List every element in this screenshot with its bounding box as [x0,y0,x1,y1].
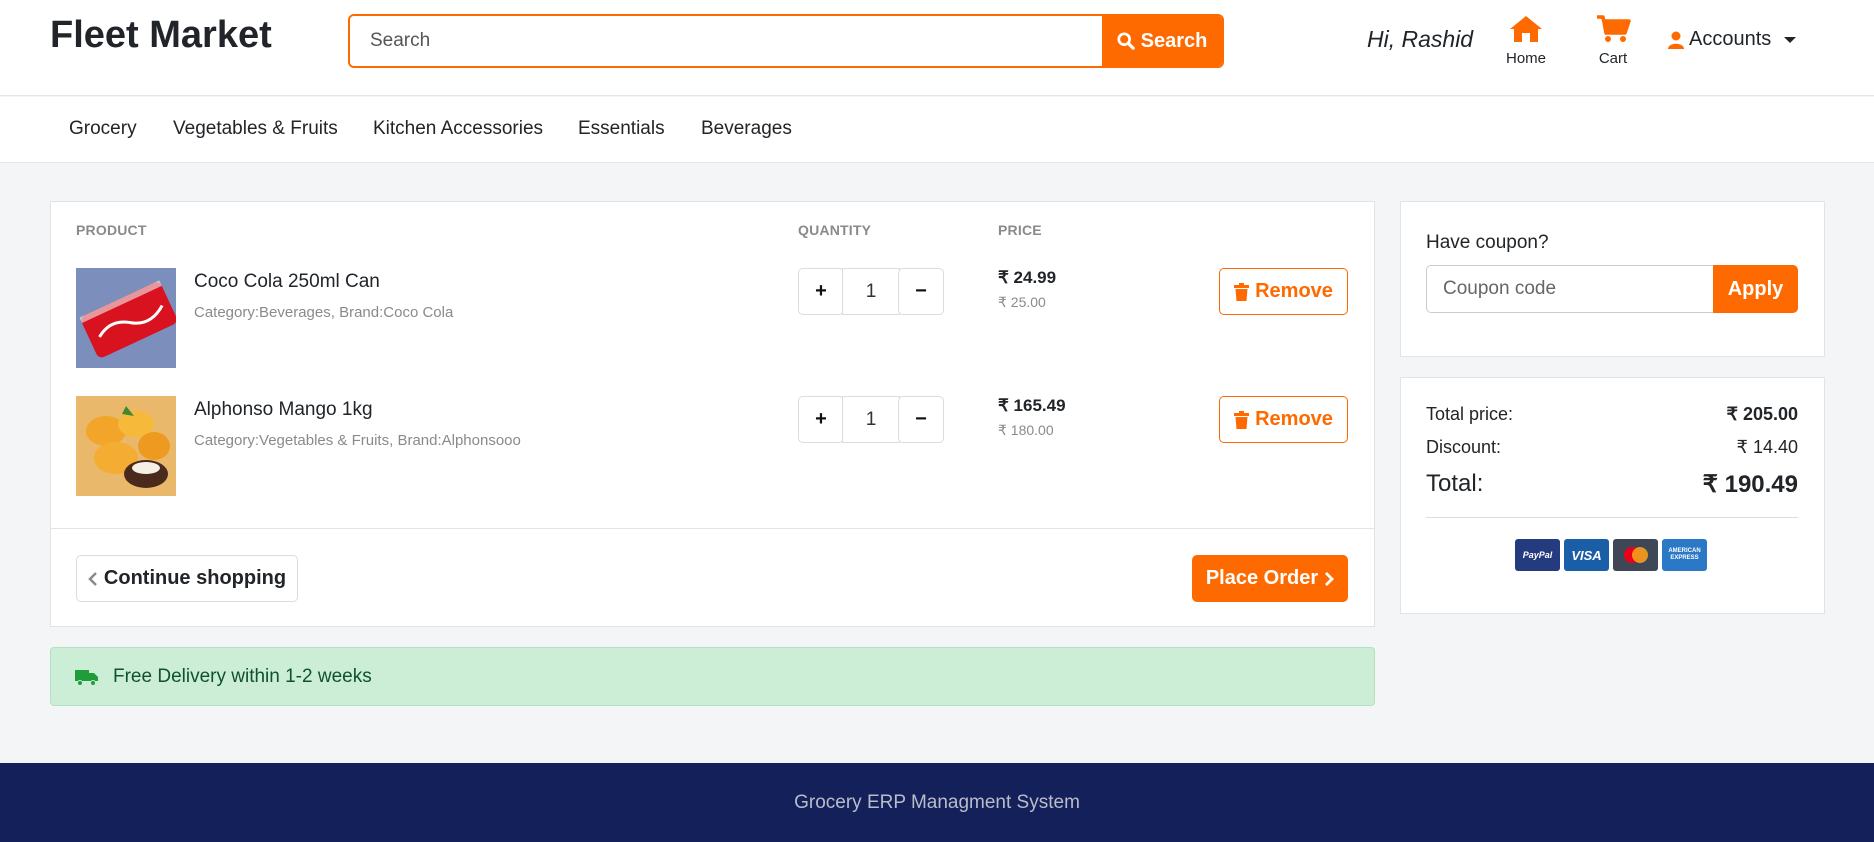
discount-value: ₹ 14.40 [1736,437,1799,457]
category-grocery[interactable]: Grocery [69,118,137,140]
remove-label: Remove [1255,408,1333,430]
remove-button[interactable]: Remove [1219,396,1348,443]
total-price-value: ₹ 205.00 [1726,404,1798,424]
category-nav: Grocery Vegetables & Fruits Kitchen Acce… [0,97,1874,163]
increase-quantity-button[interactable]: + [798,268,844,315]
decrease-quantity-button[interactable]: − [898,396,944,443]
item-price: ₹ 24.99 [998,268,1057,287]
cart-item-row: Coco Cola 250ml Can Category:Beverages, … [51,268,1376,368]
coupon-title: Have coupon? [1426,232,1549,253]
cart-icon [1597,15,1631,42]
home-nav[interactable]: Home [1491,14,1561,67]
column-header-price: PRICE [998,222,1042,238]
continue-shopping-label: Continue shopping [103,567,287,589]
decrease-quantity-button[interactable]: − [898,268,944,315]
place-order-label: Place Order [1205,567,1319,589]
discount-row: Discount: ₹ 14.40 [1426,437,1798,458]
column-header-product: PRODUCT [76,222,147,238]
visa-logo: VISA [1564,539,1609,571]
item-price: ₹ 165.49 [998,396,1066,415]
increase-quantity-button[interactable]: + [798,396,844,443]
item-old-price: ₹ 25.00 [998,294,1046,310]
coupon-input[interactable] [1426,265,1714,313]
product-meta: Category:Vegetables & Fruits, Brand:Alph… [194,432,521,449]
chevron-right-icon [1325,571,1335,586]
grand-total-value: ₹ 190.49 [1702,471,1798,498]
user-icon [1668,31,1684,49]
cart-nav[interactable]: Cart [1578,14,1648,67]
search-button[interactable]: Search [1102,16,1222,66]
coupon-card: Have coupon? Apply [1400,201,1825,357]
home-label: Home [1505,50,1546,67]
delivery-text: Free Delivery within 1-2 weeks [113,665,372,687]
mastercard-logo [1613,539,1658,571]
search-bar: Search [348,14,1224,68]
discount-label: Discount: [1426,437,1502,457]
category-vegetables-fruits[interactable]: Vegetables & Fruits [173,118,338,140]
amex-logo: AMERICAN EXPRESS [1662,539,1707,571]
item-old-price: ₹ 180.00 [998,422,1054,438]
cart-actions: Continue shopping Place Order [51,528,1374,626]
place-order-button[interactable]: Place Order [1192,555,1348,602]
trash-icon [1234,282,1250,301]
quantity-stepper: + 1 − [798,396,944,443]
category-beverages[interactable]: Beverages [701,118,792,140]
product-name[interactable]: Coco Cola 250ml Can [194,271,380,293]
accounts-dropdown[interactable]: Accounts [1668,28,1797,51]
cart-item-row: Alphonso Mango 1kg Category:Vegetables &… [51,396,1376,496]
delivery-notice: Free Delivery within 1-2 weeks [50,647,1375,706]
payment-methods: PayPal VISA AMERICAN EXPRESS [1515,539,1707,571]
product-meta: Category:Beverages, Brand:Coco Cola [194,304,454,321]
column-header-quantity: QUANTITY [798,222,872,238]
quantity-value[interactable]: 1 [842,396,900,443]
search-icon [1117,32,1135,50]
truck-icon [75,669,98,686]
home-icon [1510,16,1542,42]
cart-label: Cart [1598,50,1628,67]
trash-icon [1234,410,1250,429]
grand-total-label: Total: [1426,470,1484,497]
apply-coupon-button[interactable]: Apply [1713,265,1798,313]
quantity-stepper: + 1 − [798,268,944,315]
product-image-mango[interactable] [76,396,176,496]
chevron-down-icon [1784,36,1797,43]
category-kitchen-accessories[interactable]: Kitchen Accessories [373,118,543,140]
chevron-left-icon [88,571,97,586]
total-price-row: Total price: ₹ 205.00 [1426,404,1798,425]
product-image-coco-cola[interactable] [76,268,176,368]
continue-shopping-button[interactable]: Continue shopping [76,555,298,602]
user-greeting: Hi, Rashid [1367,26,1474,52]
grand-total-row: Total: ₹ 190.49 [1426,470,1798,499]
quantity-value[interactable]: 1 [842,268,900,315]
total-price-label: Total price: [1426,404,1514,424]
cart-card: PRODUCT QUANTITY PRICE Coco Cola 250ml C… [50,201,1375,627]
footer-text: Grocery ERP Managment System [794,791,1080,813]
remove-label: Remove [1255,280,1333,302]
search-input[interactable] [350,16,1102,66]
page-footer: Grocery ERP Managment System [0,763,1874,842]
search-button-label: Search [1140,29,1208,52]
brand-logo[interactable]: Fleet Market [50,14,272,57]
top-header: Fleet Market Search Hi, Rashid Home Cart… [0,0,1874,96]
product-name[interactable]: Alphonso Mango 1kg [194,399,373,421]
totals-divider [1426,517,1798,518]
remove-button[interactable]: Remove [1219,268,1348,315]
paypal-logo: PayPal [1515,539,1560,571]
accounts-label: Accounts [1689,28,1772,50]
category-essentials[interactable]: Essentials [578,118,665,140]
totals-card: Total price: ₹ 205.00 Discount: ₹ 14.40 … [1400,377,1825,614]
